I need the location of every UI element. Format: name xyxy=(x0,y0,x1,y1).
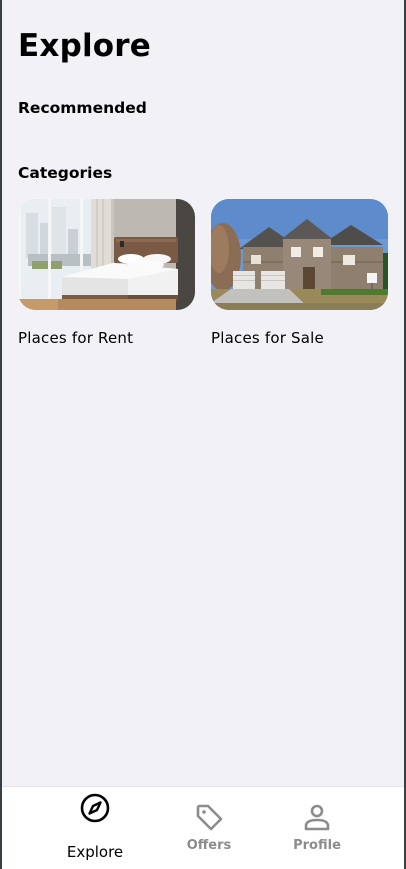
sale-category-label: Places for Sale xyxy=(211,329,324,347)
tab-profile-label: Profile xyxy=(293,838,341,853)
tab-offers-label: Offers xyxy=(186,838,232,853)
app-screen: Explore Recommended Categories Places fo… xyxy=(2,0,404,869)
tag-icon xyxy=(196,804,223,831)
bottom-tab-bar: Explore Offers Profile xyxy=(2,786,404,869)
tab-explore-label: Explore xyxy=(66,843,124,861)
rent-category-label: Places for Rent xyxy=(18,329,134,347)
page-title: Explore xyxy=(18,28,151,64)
category-card-rent[interactable]: Places for Rent xyxy=(18,199,195,347)
tab-profile[interactable]: Profile xyxy=(277,787,357,869)
compass-icon xyxy=(80,793,110,823)
rent-category-image xyxy=(18,199,195,310)
tab-explore[interactable]: Explore xyxy=(55,787,135,869)
categories-section-title: Categories xyxy=(18,164,113,182)
person-icon xyxy=(304,804,330,831)
recommended-section-title: Recommended xyxy=(18,99,147,117)
tab-offers[interactable]: Offers xyxy=(169,787,249,869)
sale-category-image xyxy=(211,199,388,310)
category-card-sale[interactable]: Places for Sale xyxy=(211,199,388,347)
